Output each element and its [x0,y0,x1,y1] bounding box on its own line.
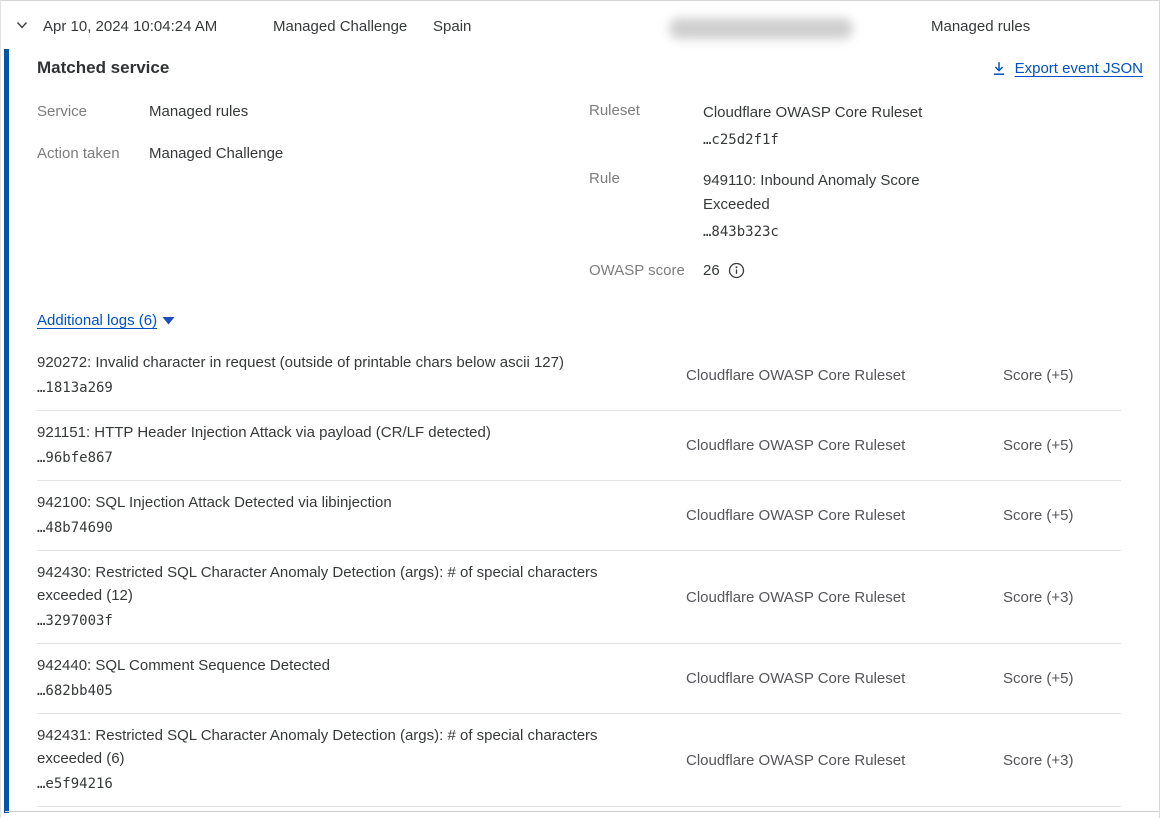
service-label: Service [37,103,87,120]
info-icon[interactable] [728,262,745,279]
action-taken-value: Managed Challenge [149,145,283,162]
log-row: 942100: SQL Injection Attack Detected vi… [37,481,1121,551]
log-rule: 942430: Restricted SQL Character Anomaly… [37,561,637,633]
log-rule-title: 942431: Restricted SQL Character Anomaly… [37,724,637,770]
log-score: Score (+5) [1003,491,1121,540]
log-score: Score (+5) [1003,421,1121,470]
service-value: Managed rules [149,103,248,120]
export-link-label: Export event JSON [1015,60,1143,77]
log-score: Score (+3) [1003,724,1121,796]
additional-logs-label: Additional logs (6) [37,312,157,329]
event-detail-panel: Apr 10, 2024 10:04:24 AM Managed Challen… [0,0,1160,818]
log-rule-title: 942100: SQL Injection Attack Detected vi… [37,491,637,514]
log-rule-hash: …3297003f [37,609,637,633]
log-rule: 942440: SQL Comment Sequence Detected …6… [37,654,637,703]
log-rule-hash: …48b74690 [37,516,637,540]
ruleset-value: Cloudflare OWASP Core Ruleset …c25d2f1f [703,101,941,152]
log-score: Score (+3) [1003,561,1121,633]
log-ruleset: Cloudflare OWASP Core Ruleset [686,561,966,633]
log-ruleset: Cloudflare OWASP Core Ruleset [686,491,966,540]
log-rule-title: 920272: Invalid character in request (ou… [37,351,637,374]
panel-title: Matched service [37,58,169,78]
download-icon [991,60,1007,77]
owasp-score-value: 26 [703,262,720,279]
log-ruleset: Cloudflare OWASP Core Ruleset [686,351,966,400]
log-ruleset: Cloudflare OWASP Core Ruleset [686,654,966,703]
log-rule: 921151: HTTP Header Injection Attack via… [37,421,637,470]
rule-value: 949110: Inbound Anomaly Score Exceeded …… [703,169,941,244]
log-row: 920272: Invalid character in request (ou… [37,343,1121,411]
log-rule: 920272: Invalid character in request (ou… [37,351,637,400]
additional-logs-table: 920272: Invalid character in request (ou… [37,343,1121,807]
log-rule-hash: …96bfe867 [37,446,637,470]
action-taken-label: Action taken [37,145,120,162]
rule-label: Rule [589,170,620,187]
log-rule-title: 921151: HTTP Header Injection Attack via… [37,421,637,444]
additional-logs-toggle[interactable]: Additional logs (6) [37,312,175,329]
log-ruleset: Cloudflare OWASP Core Ruleset [686,421,966,470]
ruleset-label: Ruleset [589,102,640,119]
export-event-json-link[interactable]: Export event JSON [991,60,1143,77]
log-row: 942431: Restricted SQL Character Anomaly… [37,714,1121,807]
log-row: 942430: Restricted SQL Character Anomaly… [37,551,1121,644]
log-rule-title: 942440: SQL Comment Sequence Detected [37,654,637,677]
log-row: 942440: SQL Comment Sequence Detected …6… [37,644,1121,714]
log-rule: 942100: SQL Injection Attack Detected vi… [37,491,637,540]
log-score: Score (+5) [1003,654,1121,703]
ruleset-name: Cloudflare OWASP Core Ruleset [703,101,941,125]
panel-bottom-divider [5,811,1159,812]
log-rule-hash: …1813a269 [37,376,637,400]
caret-down-icon [162,315,175,326]
matched-service-panel: Matched service Export event JSON Servic… [1,1,1159,818]
log-rule: 942431: Restricted SQL Character Anomaly… [37,724,637,796]
log-rule-hash: …e5f94216 [37,772,637,796]
log-ruleset: Cloudflare OWASP Core Ruleset [686,724,966,796]
log-row: 921151: HTTP Header Injection Attack via… [37,411,1121,481]
rule-hash: …843b323c [703,220,941,244]
owasp-score-label: OWASP score [589,262,685,279]
ruleset-hash: …c25d2f1f [703,128,941,152]
log-rule-hash: …682bb405 [37,679,637,703]
log-rule-title: 942430: Restricted SQL Character Anomaly… [37,561,637,607]
rule-name: 949110: Inbound Anomaly Score Exceeded [703,169,941,217]
log-score: Score (+5) [1003,351,1121,400]
